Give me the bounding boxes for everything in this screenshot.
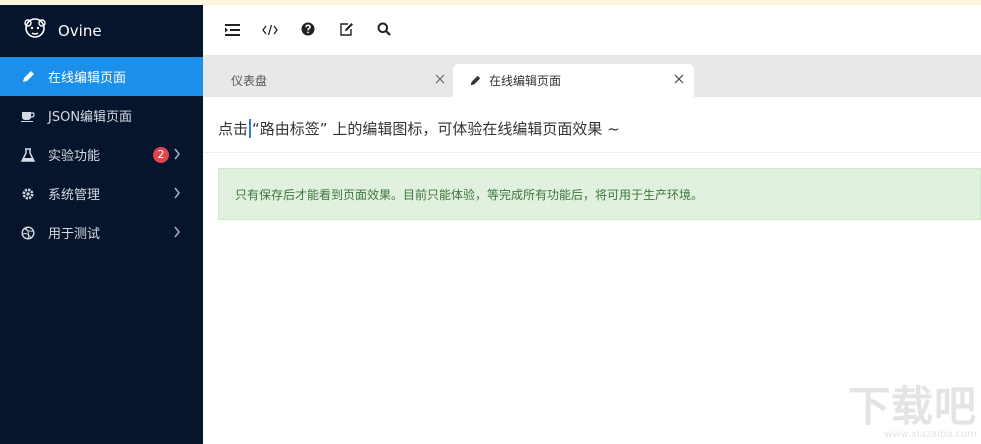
- watermark-logo: 下载吧: [847, 382, 977, 431]
- dribbble-ball-icon: [20, 225, 36, 241]
- chevron-right-icon: [173, 148, 181, 164]
- sheep-logo-icon: [22, 17, 48, 45]
- edit-button[interactable]: [327, 15, 365, 45]
- top-toolbar: [203, 5, 981, 55]
- help-button[interactable]: [289, 15, 327, 45]
- search-button[interactable]: [365, 15, 403, 45]
- close-icon[interactable]: [435, 73, 445, 87]
- divider: [203, 152, 981, 153]
- success-alert: 只有保存后才能看到页面效果。目前只能体验，等完成所有功能后，将可用于生产环境。: [218, 168, 981, 220]
- watermark: 下载吧 www.xiazaiba.com: [847, 382, 977, 441]
- tab-bar: 仪表盘 在线编辑页面: [203, 55, 981, 97]
- indent-menu-icon: [224, 21, 240, 40]
- sidebar-item-testing[interactable]: 用于测试: [0, 213, 203, 252]
- app-logo[interactable]: Ovine: [0, 5, 203, 57]
- menu-toggle-button[interactable]: [213, 15, 251, 45]
- gear-icon: [20, 186, 36, 202]
- close-icon[interactable]: [674, 73, 684, 87]
- sidebar-item-label: JSON编辑页面: [48, 110, 133, 125]
- code-button[interactable]: [251, 15, 289, 45]
- chevron-right-icon: [173, 226, 181, 242]
- sidebar-item-label: 用于测试: [48, 227, 101, 242]
- edit-square-icon: [339, 21, 354, 40]
- app-name: Ovine: [58, 22, 102, 40]
- tab-online-editor[interactable]: 在线编辑页面: [453, 64, 694, 97]
- flask-icon: [20, 147, 36, 163]
- headline-text-end: “路由标签” 上的编辑图标，可体验在线编辑页面效果 ~: [252, 120, 620, 138]
- pencil-icon: [20, 69, 36, 85]
- tab-label: 仪表盘: [231, 74, 268, 88]
- sidebar-item-json-editor[interactable]: JSON编辑页面: [0, 96, 203, 135]
- coffee-cup-icon: [20, 108, 36, 124]
- sidebar-item-label: 实验功能: [48, 149, 101, 164]
- headline-text-start: 点击: [218, 120, 249, 138]
- alert-text: 只有保存后才能看到页面效果。目前只能体验，等完成所有功能后，将可用于生产环境。: [235, 187, 704, 202]
- sidebar: Ovine 在线编辑页面 JSON编辑页面 实验功能 2 系统管理 用于测试: [0, 5, 203, 444]
- code-icon: [262, 21, 278, 40]
- page-headline: 点击 “路由标签” 上的编辑图标，可体验在线编辑页面效果 ~: [218, 118, 620, 139]
- question-circle-icon: [301, 21, 315, 40]
- sidebar-item-experimental[interactable]: 实验功能 2: [0, 135, 203, 174]
- search-icon: [377, 21, 391, 40]
- sidebar-item-system[interactable]: 系统管理: [0, 174, 203, 213]
- watermark-url: www.xiazaiba.com: [884, 429, 977, 440]
- chevron-right-icon: [173, 187, 181, 203]
- text-cursor: [249, 119, 252, 138]
- sidebar-item-label: 在线编辑页面: [48, 71, 127, 86]
- pencil-icon: [469, 75, 481, 87]
- sidebar-item-online-editor[interactable]: 在线编辑页面: [0, 57, 203, 96]
- notification-badge: 2: [153, 147, 169, 163]
- sidebar-item-label: 系统管理: [48, 188, 101, 203]
- tab-label: 在线编辑页面: [489, 74, 562, 88]
- tab-dashboard[interactable]: 仪表盘: [211, 64, 453, 97]
